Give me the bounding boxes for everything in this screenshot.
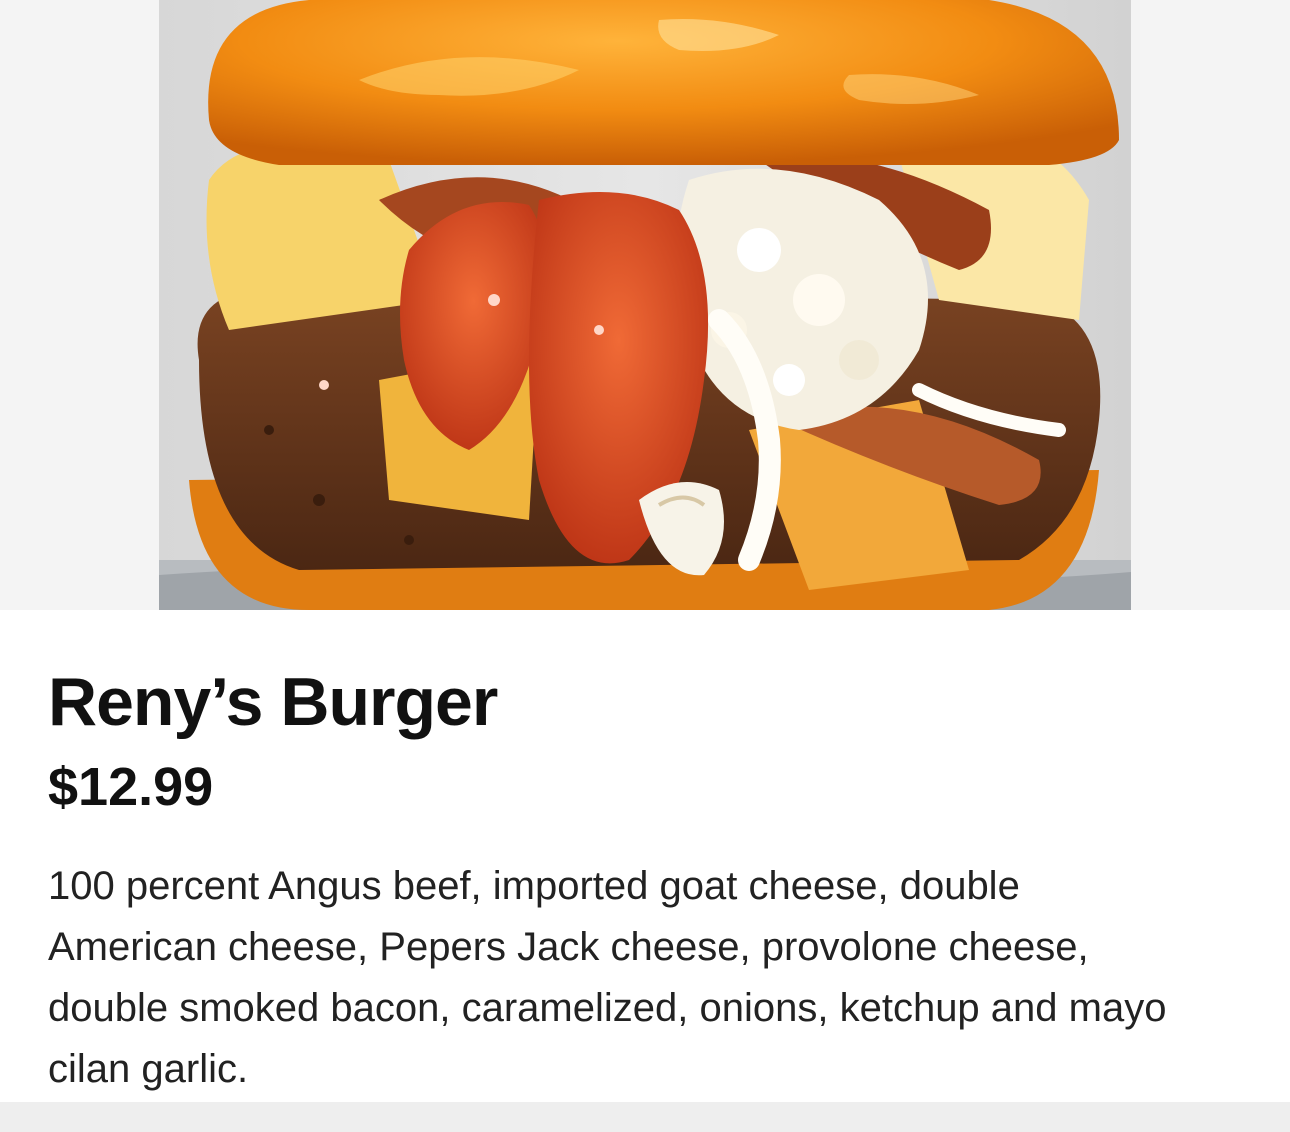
- product-price: $12.99: [48, 757, 214, 817]
- menu-item-page: Reny’s Burger $12.99 100 percent Angus b…: [0, 0, 1290, 1132]
- burger-illustration: [159, 0, 1131, 610]
- product-name: Reny’s Burger: [48, 664, 498, 740]
- product-image-area: [0, 0, 1290, 610]
- bottom-divider-strip: [0, 1102, 1290, 1132]
- product-description: 100 percent Angus beef, imported goat ch…: [48, 864, 1167, 1091]
- burger-photo: [159, 0, 1131, 610]
- product-details: Reny’s Burger $12.99 100 percent Angus b…: [48, 660, 1228, 1100]
